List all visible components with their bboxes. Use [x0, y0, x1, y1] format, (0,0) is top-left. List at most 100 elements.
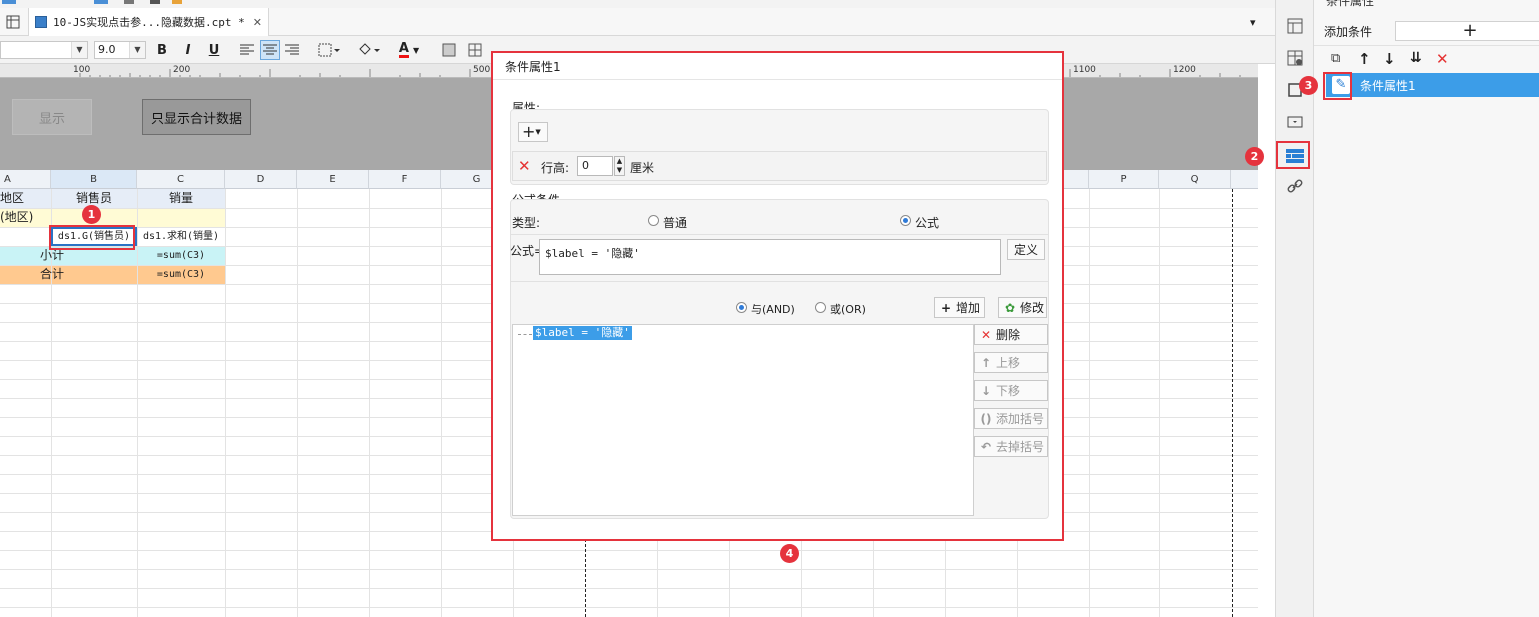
- type-label: 类型:: [512, 216, 541, 230]
- move-up-button[interactable]: ↑ 上移: [974, 352, 1048, 373]
- merge-cells-icon[interactable]: [440, 40, 458, 60]
- cell-c1[interactable]: 销量: [137, 189, 225, 208]
- annotation-badge-1: 1: [82, 205, 101, 224]
- tab-report-file[interactable]: 10-JS实现点击参...隐藏数据.cpt * ✕: [28, 8, 269, 36]
- arrow-down-icon[interactable]: ↓: [1383, 50, 1396, 68]
- and-label: 与(AND): [751, 303, 795, 316]
- row-height-spinner[interactable]: ▲ ▼: [614, 156, 625, 176]
- paste-icon[interactable]: [150, 0, 160, 4]
- annotation-box-1: [49, 225, 135, 250]
- column-header-filler: [1231, 170, 1258, 189]
- top-menu-strip: [0, 0, 1275, 8]
- add-bracket-button[interactable]: () 添加括号: [974, 408, 1048, 429]
- remove-bracket-label: 去掉括号: [996, 440, 1045, 454]
- and-radio[interactable]: [736, 302, 747, 313]
- border-icon[interactable]: [314, 40, 344, 60]
- cell-attributes-icon[interactable]: [1285, 16, 1305, 36]
- delete-condition-button[interactable]: ✕ 删除: [974, 324, 1048, 345]
- cell-a1[interactable]: 地区: [0, 189, 51, 208]
- widget-icon[interactable]: [1285, 112, 1305, 132]
- grid-view-icon[interactable]: [6, 8, 24, 36]
- add-condition-label: 添加条件: [1324, 25, 1373, 39]
- menu-icon[interactable]: [2, 0, 16, 4]
- cell-element-icon[interactable]: [1285, 48, 1305, 68]
- condition-list-item[interactable]: $label = '隐藏': [533, 326, 632, 340]
- tab-menu-icon[interactable]: ▾: [1250, 8, 1266, 36]
- chevron-down-icon: ▼: [535, 128, 541, 136]
- cell-total-label[interactable]: 合计: [0, 265, 137, 284]
- add-condition-button[interactable]: + 增加: [934, 297, 985, 318]
- split-cells-icon[interactable]: [466, 40, 484, 60]
- column-header-a[interactable]: A: [0, 170, 51, 189]
- show-button[interactable]: 显示: [12, 99, 92, 135]
- annotation-badge-4: 4: [780, 544, 799, 563]
- plus-icon: +: [522, 122, 536, 141]
- column-header-e[interactable]: E: [297, 170, 369, 189]
- grid-line: [0, 550, 1258, 551]
- italic-button[interactable]: I: [180, 40, 196, 60]
- column-header-d[interactable]: D: [225, 170, 297, 189]
- copy-icon[interactable]: ⧉: [1331, 51, 1340, 66]
- condition-list-item-selected[interactable]: ✎ 条件属性1: [1326, 73, 1539, 97]
- column-header-p[interactable]: P: [1089, 170, 1159, 189]
- underline-button[interactable]: U: [206, 40, 222, 60]
- delete-attribute-icon[interactable]: ✕: [518, 159, 534, 175]
- formula-input[interactable]: $label = '隐藏': [539, 239, 1001, 275]
- add-condition-select[interactable]: +: [1395, 21, 1539, 41]
- unit-label: 厘米: [630, 161, 655, 175]
- close-icon[interactable]: ✕: [253, 16, 262, 29]
- grid-line: [1089, 189, 1090, 617]
- or-radio[interactable]: [815, 302, 826, 313]
- modify-condition-button[interactable]: ✿ 修改: [998, 297, 1047, 318]
- add-attribute-button[interactable]: + ▼: [518, 122, 548, 142]
- condition-list[interactable]: $label = '隐藏': [512, 324, 974, 516]
- fill-color-icon[interactable]: [354, 40, 384, 60]
- type-normal-radio[interactable]: [648, 215, 659, 226]
- move-down-button[interactable]: ↓ 下移: [974, 380, 1048, 401]
- bold-button[interactable]: B: [154, 40, 170, 60]
- column-header-f[interactable]: F: [369, 170, 441, 189]
- align-right-icon[interactable]: [283, 40, 301, 60]
- arrow-up-icon[interactable]: ↑: [1358, 50, 1371, 68]
- divider: [493, 79, 1062, 80]
- align-center-icon[interactable]: [260, 40, 280, 60]
- grid-line: [369, 189, 370, 617]
- grid-line: [0, 588, 1258, 589]
- remove-bracket-button[interactable]: ↶ 去掉括号: [974, 436, 1048, 457]
- font-color-icon[interactable]: A ▼: [394, 40, 424, 60]
- annotation-box-2: [1276, 141, 1310, 169]
- condition-item-label: 条件属性1: [1360, 79, 1416, 93]
- cell-total-formula[interactable]: =sum(C3): [137, 265, 225, 284]
- cell-a2[interactable]: (地区): [0, 208, 51, 227]
- designer-window: 10-JS实现点击参...隐藏数据.cpt * ✕ ▾ ▼ 9.0 ▼ B I …: [0, 0, 1539, 617]
- cell-c3[interactable]: ds1.求和(销量): [137, 227, 225, 246]
- font-family-select[interactable]: ▼: [0, 41, 88, 59]
- define-button[interactable]: 定义: [1007, 239, 1045, 260]
- cell-subtotal-formula[interactable]: =sum(C3): [137, 246, 225, 265]
- type-formula-radio[interactable]: [900, 215, 911, 226]
- undo-icon[interactable]: [94, 0, 108, 4]
- bracket-icon: (): [980, 411, 992, 426]
- brush-icon[interactable]: [172, 0, 182, 4]
- report-file-icon: [35, 16, 47, 28]
- page-break-line: [1232, 189, 1233, 617]
- panel-header: 条件属性: [1326, 0, 1375, 8]
- sort-icon[interactable]: ⇊: [1410, 50, 1422, 66]
- condition-attribute-dialog: 条件属性1 属性: +▼ ✕ 行高: 0 ▲▼ 厘米 公式条件 类型: 普通 公…: [491, 51, 1064, 541]
- copy-icon[interactable]: [124, 0, 134, 4]
- divider: [510, 281, 1049, 282]
- column-header-q[interactable]: Q: [1159, 170, 1231, 189]
- gear-icon: ✿: [1004, 300, 1016, 315]
- font-size-select[interactable]: 9.0 ▼: [94, 41, 146, 59]
- grid-line: [1159, 189, 1160, 617]
- show-total-only-button[interactable]: 只显示合计数据: [142, 99, 251, 135]
- align-left-icon[interactable]: [238, 40, 256, 60]
- delete-icon[interactable]: ✕: [1436, 50, 1449, 68]
- type-normal-label: 普通: [663, 216, 688, 230]
- column-header-c[interactable]: C: [137, 170, 225, 189]
- link-icon[interactable]: [1285, 176, 1305, 196]
- column-header-b[interactable]: B: [51, 170, 137, 189]
- type-formula-label: 公式: [915, 216, 940, 230]
- grid-line: [441, 189, 442, 617]
- row-height-input[interactable]: 0: [577, 156, 613, 176]
